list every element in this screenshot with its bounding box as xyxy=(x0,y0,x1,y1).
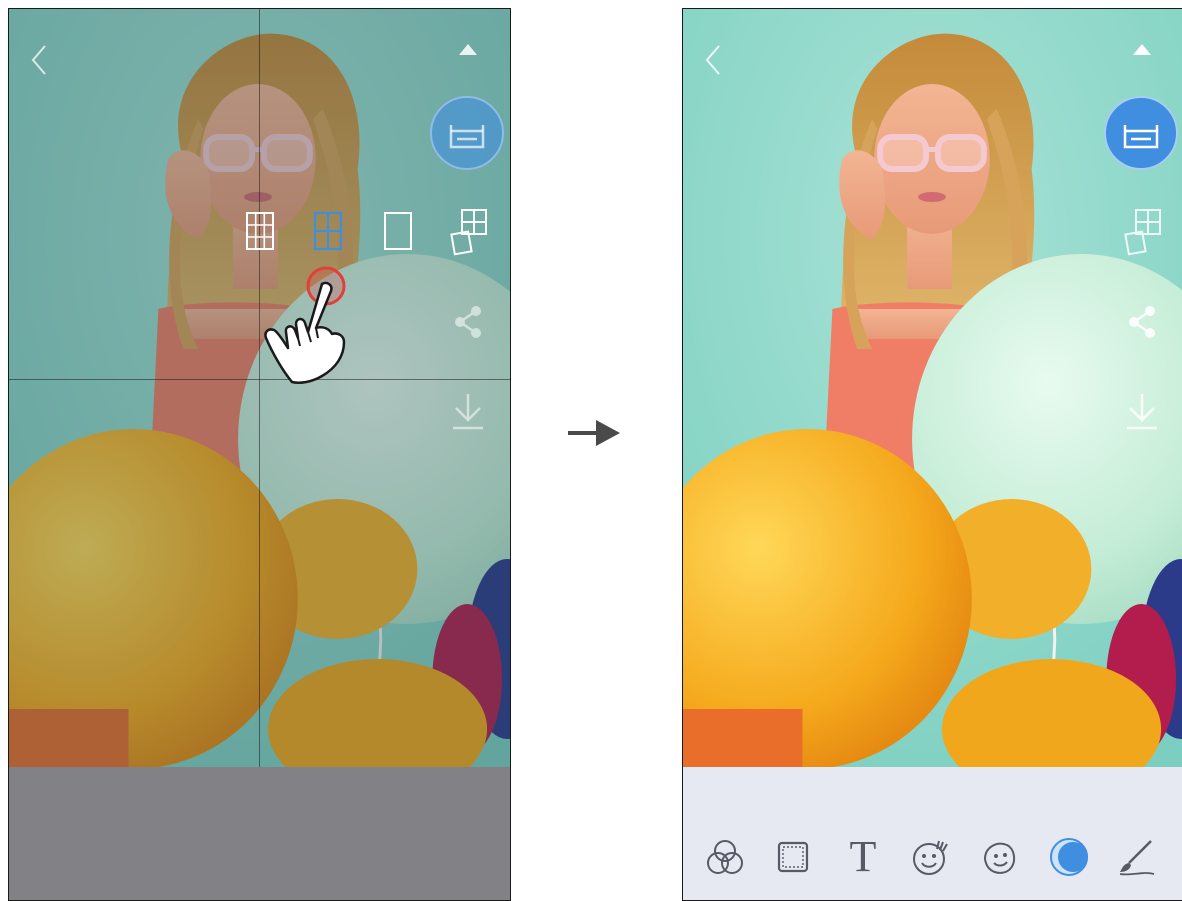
right-arrow-icon xyxy=(566,418,622,448)
brush-icon[interactable] xyxy=(1115,835,1159,879)
filters-icon[interactable] xyxy=(703,835,747,879)
color-blend-icon[interactable] xyxy=(1047,835,1091,879)
single-photo-layout-icon[interactable] xyxy=(381,209,415,253)
share-icon[interactable] xyxy=(1121,301,1163,343)
print-button[interactable] xyxy=(1103,95,1179,171)
collage-icon[interactable] xyxy=(1121,207,1165,257)
collage-icon[interactable] xyxy=(447,207,491,257)
download-icon[interactable] xyxy=(1121,389,1163,435)
phone-screen-before xyxy=(8,8,511,901)
text-icon-glyph: T xyxy=(849,832,877,881)
bottom-toolbar-panel xyxy=(9,767,510,900)
grid-line-vertical xyxy=(259,9,260,767)
print-button[interactable] xyxy=(429,95,505,171)
collapse-up-icon[interactable] xyxy=(455,39,481,59)
face-sticker-icon[interactable] xyxy=(977,835,1021,879)
grid-3x3-layout-icon[interactable] xyxy=(243,209,277,253)
frame-icon[interactable] xyxy=(771,835,815,879)
sticker-icon[interactable] xyxy=(909,835,953,879)
phone-screen-after: T xyxy=(682,8,1182,901)
grid-2x2-layout-icon[interactable] xyxy=(311,209,345,253)
back-chevron-icon[interactable] xyxy=(701,43,725,77)
editing-toolbar: T xyxy=(683,835,1182,895)
back-chevron-icon[interactable] xyxy=(27,43,51,77)
download-icon[interactable] xyxy=(447,389,489,435)
collapse-up-icon[interactable] xyxy=(1129,39,1155,59)
hand-tap-icon xyxy=(254,275,349,387)
share-icon[interactable] xyxy=(447,301,489,343)
text-icon[interactable]: T xyxy=(841,835,885,879)
